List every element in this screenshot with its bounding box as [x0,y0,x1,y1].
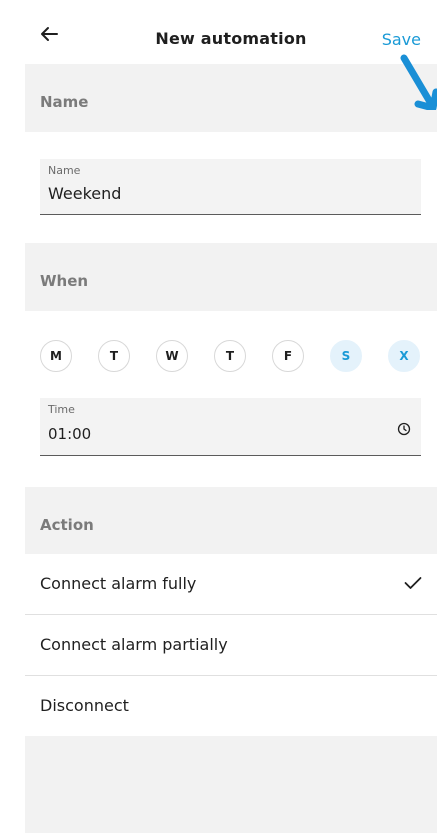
name-input[interactable] [48,184,388,203]
action-option-connect-fully[interactable]: Connect alarm fully [25,554,437,614]
name-field-label: Name [48,164,81,177]
day-toggle-friday[interactable]: F [272,340,304,372]
clock-icon[interactable] [397,422,411,436]
save-button[interactable]: Save [382,30,421,49]
day-toggle-thursday[interactable]: T [214,340,246,372]
top-app-bar: New automation Save [25,0,437,64]
time-input[interactable] [48,425,388,443]
check-icon [404,577,422,589]
left-margin [0,0,25,833]
day-toggle-tuesday[interactable]: T [98,340,130,372]
action-label: Connect alarm partially [40,635,228,654]
day-toggle-saturday[interactable]: S [330,340,362,372]
day-toggle-sunday[interactable]: X [388,340,420,372]
time-field[interactable]: Time [40,398,421,456]
weekday-selector: M T W T F S X [40,340,425,372]
time-field-label: Time [48,403,75,416]
section-header-when: When [25,243,437,311]
day-toggle-monday[interactable]: M [40,340,72,372]
page-title: New automation [155,29,307,48]
name-panel: Name [25,132,437,243]
name-field[interactable]: Name [40,159,421,215]
section-header-name: Name [25,64,437,132]
action-label: Connect alarm fully [40,574,197,593]
action-option-connect-partially[interactable]: Connect alarm partially [25,615,437,675]
section-header-action: Action [25,487,437,554]
automation-screen: New automation Save Name Name When M T W… [25,0,437,833]
section-title-when: When [40,272,89,290]
day-toggle-wednesday[interactable]: W [156,340,188,372]
action-label: Disconnect [40,696,129,715]
section-title-name: Name [40,93,89,111]
action-option-disconnect[interactable]: Disconnect [25,676,437,736]
section-title-action: Action [40,516,94,534]
